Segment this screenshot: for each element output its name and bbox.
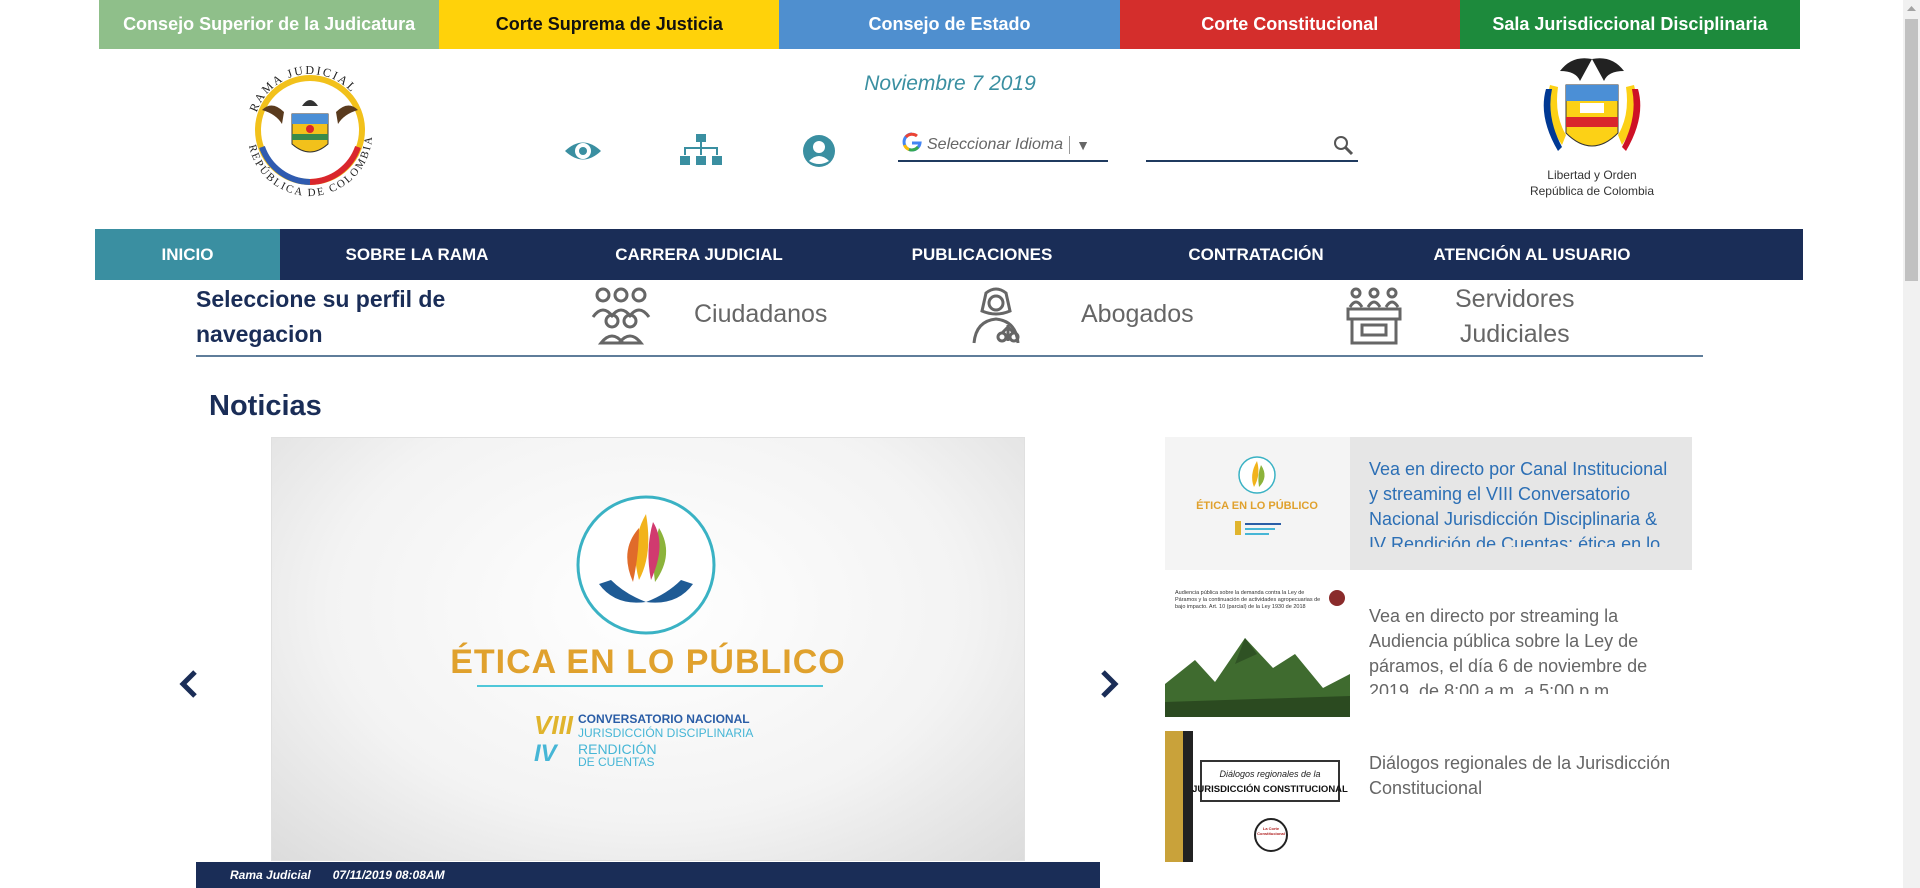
google-icon	[901, 131, 927, 159]
profile-title-line-1: Seleccione su perfil de	[196, 286, 446, 312]
slide-date: 07/11/2019 08:08AM	[332, 868, 445, 882]
search-input[interactable]	[1146, 130, 1326, 158]
language-select-label: Seleccionar Idioma	[927, 136, 1064, 153]
profile-servidores-line-2: Judiciales	[1459, 320, 1570, 348]
slide-line-1: CONVERSATORIO NACIONAL	[578, 712, 750, 726]
colombia-coat-of-arms[interactable]: Libertad y Orden República de Colombia	[1522, 55, 1662, 205]
profile-servidores-line-1: Servidores	[1455, 285, 1575, 313]
citizens-icon[interactable]	[588, 287, 654, 345]
profile-abogados[interactable]: Abogados	[1081, 300, 1194, 329]
servers-icon[interactable]	[1346, 287, 1412, 345]
news-title: Noticias	[209, 390, 322, 422]
current-date: Noviembre 7 2019	[864, 72, 1036, 95]
link-corte-suprema[interactable]: Corte Suprema de Justicia	[439, 0, 780, 49]
nav-atencion-usuario[interactable]: ATENCIÓN AL USUARIO	[1392, 229, 1672, 280]
news-thumbnail: ÉTICA EN LO PÚBLICO	[1165, 437, 1350, 570]
news-item[interactable]: ÉTICA EN LO PÚBLICO Vea en directo por C…	[1165, 437, 1692, 570]
coat-caption-line-2: República de Colombia	[1529, 184, 1655, 198]
link-corte-constitucional[interactable]: Corte Constitucional	[1119, 0, 1460, 49]
slide-subtitle: VIII IV CONVERSATORIO NACIONAL JURISDICC…	[534, 710, 814, 770]
scrollbar-thumb[interactable]	[1905, 19, 1918, 281]
slide-roman-2: IV	[534, 740, 557, 767]
search-box	[1146, 130, 1358, 162]
rama-judicial-logo[interactable]: RAMA JUDICIAL REPÚBLICA DE COLOMBIA	[232, 52, 388, 208]
nav-publicaciones[interactable]: PUBLICACIONES	[844, 229, 1120, 280]
link-consejo-superior[interactable]: Consejo Superior de la Judicatura	[99, 0, 440, 49]
divider	[1069, 136, 1071, 154]
search-icon[interactable]	[1332, 134, 1354, 156]
lawyer-icon[interactable]	[968, 287, 1034, 345]
nav-contratacion[interactable]: CONTRATACIÓN	[1120, 229, 1392, 280]
news-item-text[interactable]: Vea en directo por Canal Institucional y…	[1369, 457, 1679, 547]
news-thumbnail: Diálogos regionales de la JURISDICCIÓN C…	[1165, 731, 1350, 862]
institutions-bar: Consejo Superior de la Judicatura Corte …	[99, 0, 1801, 49]
dropdown-arrow-icon[interactable]: ▼	[1076, 137, 1090, 153]
slider-prev-icon[interactable]	[175, 664, 201, 704]
slide-source: Rama Judicial	[230, 868, 311, 882]
slide-roman-1: VIII	[534, 710, 574, 740]
eye-icon[interactable]	[563, 134, 603, 168]
thumb-1-title: ÉTICA EN LO PÚBLICO	[1196, 499, 1318, 512]
link-sala-disciplinaria[interactable]: Sala Jurisdiccional Disciplinaria	[1459, 0, 1801, 49]
user-icon[interactable]	[800, 134, 840, 168]
slider-next-icon[interactable]	[1097, 664, 1123, 704]
slide-caption: Rama Judicial 07/11/2019 08:08AM	[196, 862, 1100, 888]
news-thumbnail: Audiencia pública sobre la demanda contr…	[1165, 584, 1350, 717]
slide-underline	[477, 685, 823, 687]
profile-title: Seleccione su perfil de navegacion	[196, 282, 516, 352]
link-consejo-estado[interactable]: Consejo de Estado	[779, 0, 1120, 49]
nav-carrera-judicial[interactable]: CARRERA JUDICIAL	[554, 229, 844, 280]
news-item-text[interactable]: Vea en directo por streaming la Audienci…	[1369, 604, 1679, 694]
profile-servidores-judiciales[interactable]: Servidores Judiciales	[1455, 282, 1575, 352]
page-scrollbar[interactable]	[1903, 0, 1920, 888]
profile-divider	[196, 355, 1703, 357]
slide-line-4: DE CUENTAS	[578, 755, 655, 769]
sitemap-icon[interactable]	[680, 134, 722, 168]
main-nav: INICIO SOBRE LA RAMA CARRERA JUDICIAL PU…	[95, 229, 1803, 280]
slide-headline: ÉTICA EN LO PÚBLICO	[450, 643, 846, 681]
thumb-2-text: Audiencia pública sobre la demanda contr…	[1175, 590, 1321, 610]
nav-sobre-la-rama[interactable]: SOBRE LA RAMA	[280, 229, 554, 280]
thumb-3-line-2: JURISDICCIÓN CONSTITUCIONAL	[1192, 783, 1348, 795]
slide-line-2: JURISDICCIÓN DISCIPLINARIA	[578, 726, 754, 740]
etica-emblem-icon	[576, 495, 716, 635]
thumb-3-line-1: Diálogos regionales de la	[1219, 769, 1320, 779]
news-item-text[interactable]: Diálogos regionales de la Jurisdicción C…	[1369, 751, 1679, 841]
thumb-3-badge: La Corte Constitucional	[1257, 826, 1285, 836]
coat-caption: Libertad y Orden República de Colombia	[1522, 167, 1662, 199]
profile-title-line-2: navegacion	[196, 321, 323, 347]
language-selector[interactable]: Seleccionar Idioma ▼	[898, 130, 1108, 162]
scroll-up-icon[interactable]	[1903, 0, 1920, 17]
news-slide[interactable]: ÉTICA EN LO PÚBLICO VIII IV CONVERSATORI…	[271, 437, 1025, 861]
news-item[interactable]: Audiencia pública sobre la demanda contr…	[1165, 584, 1692, 717]
profile-ciudadanos[interactable]: Ciudadanos	[694, 300, 827, 329]
coat-caption-line-1: Libertad y Orden	[1547, 168, 1637, 182]
nav-inicio[interactable]: INICIO	[95, 229, 280, 280]
news-item[interactable]: Diálogos regionales de la JURISDICCIÓN C…	[1165, 731, 1692, 862]
